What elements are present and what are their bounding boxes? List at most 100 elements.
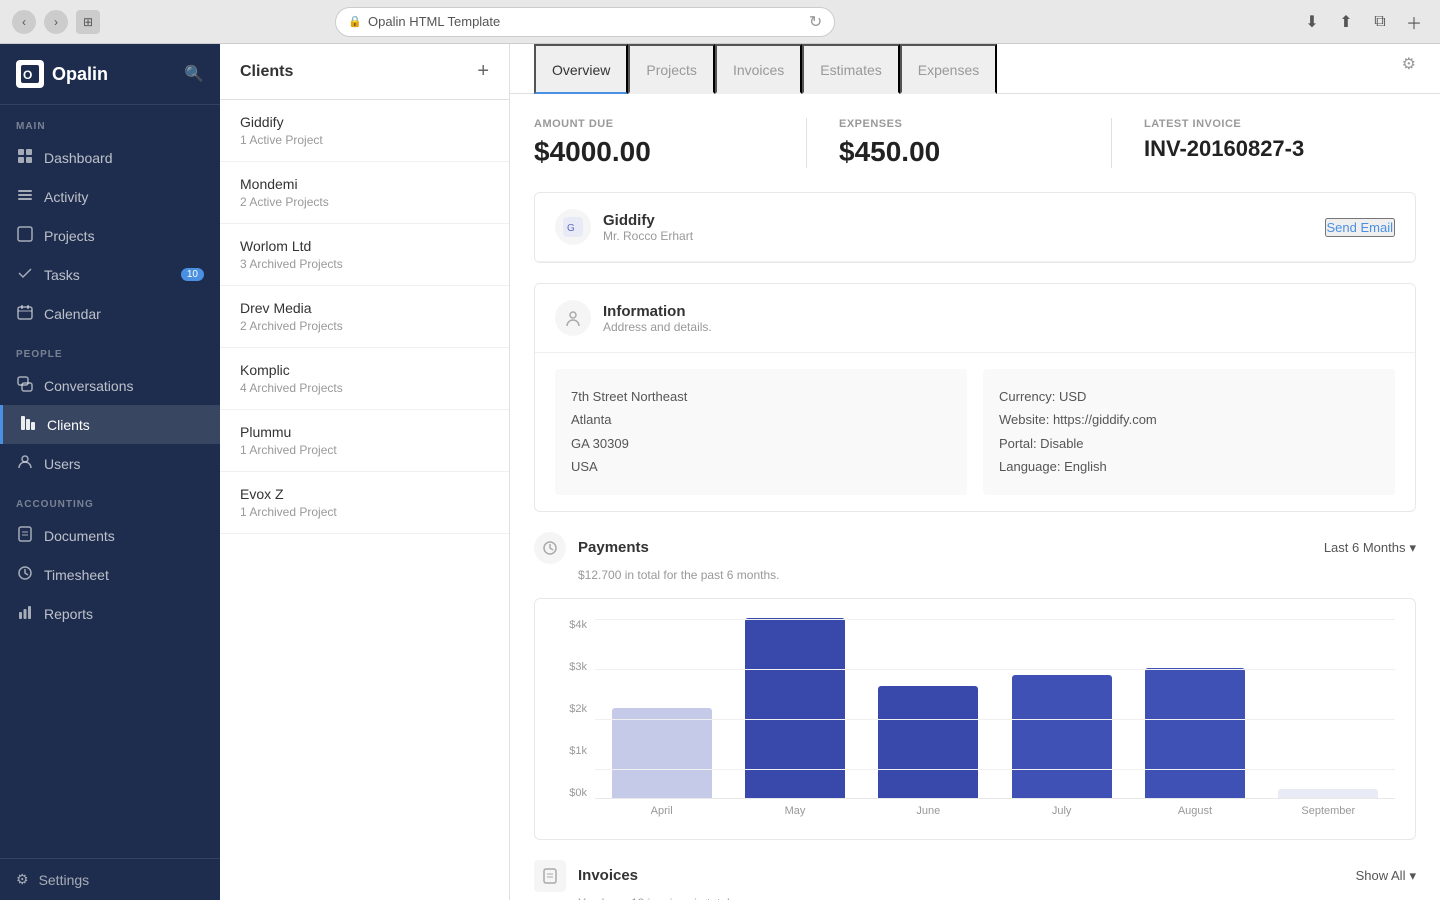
sidebar-item-dashboard-label: Dashboard: [44, 150, 113, 166]
client-item-name: Mondemi: [240, 176, 489, 192]
client-panel-header: Clients +: [220, 44, 509, 100]
sidebar-settings-label: Settings: [39, 872, 90, 888]
grid-line-1k: [595, 769, 1395, 770]
add-client-button[interactable]: +: [477, 60, 489, 83]
client-item-name: Worlom Ltd: [240, 238, 489, 254]
browser-forward-btn[interactable]: ›: [44, 10, 68, 34]
bar-june: [878, 686, 978, 798]
browser-tab-btn[interactable]: ⧉: [1366, 8, 1394, 36]
expenses-value: $450.00: [839, 136, 1079, 168]
bar-april: [612, 708, 712, 798]
client-item-meta: 1 Active Project: [240, 133, 489, 147]
main-content: OverviewProjectsInvoicesEstimatesExpense…: [510, 44, 1440, 900]
browser-address-bar[interactable]: 🔒 Opalin HTML Template ↻: [335, 7, 835, 37]
tab-expenses[interactable]: Expenses: [900, 44, 997, 94]
chart-area: $4k $3k $2k $1k $0k AprilMayJ: [555, 619, 1395, 819]
sidebar-item-documents[interactable]: Documents: [0, 516, 220, 555]
send-email-button[interactable]: Send Email: [1325, 218, 1395, 237]
sidebar-item-timesheet[interactable]: Timesheet: [0, 555, 220, 594]
show-all-label: Show All: [1356, 868, 1406, 883]
browser-sidebar-btn[interactable]: ⊞: [76, 10, 100, 34]
sidebar-item-reports[interactable]: Reports: [0, 594, 220, 633]
sidebar-item-calendar[interactable]: Calendar: [0, 294, 220, 333]
information-icon: [555, 300, 591, 336]
tab-invoices[interactable]: Invoices: [715, 44, 802, 94]
grid-line-3k: [595, 669, 1395, 670]
client-item-meta: 2 Active Projects: [240, 195, 489, 209]
grid-line-2k: [595, 719, 1395, 720]
client-list-item[interactable]: Plummu1 Archived Project: [220, 410, 509, 472]
payments-chart: $4k $3k $2k $1k $0k AprilMayJ: [534, 598, 1416, 840]
browser-share-btn[interactable]: ⬆: [1332, 8, 1360, 36]
sidebar-item-tasks[interactable]: Tasks 10: [0, 255, 220, 294]
information-subtitle: Address and details.: [603, 320, 712, 334]
app-container: O Opalin 🔍 MAIN Dashboard Activity: [0, 44, 1440, 900]
invoices-show-all-btn[interactable]: Show All ▾: [1356, 868, 1416, 884]
bar-september: [1278, 789, 1378, 798]
client-panel-title: Clients: [240, 63, 293, 81]
sidebar-section-people: PEOPLE Conversations Clients Users: [0, 333, 220, 483]
expenses-label: EXPENSES: [839, 118, 1079, 130]
tab-estimates[interactable]: Estimates: [802, 44, 899, 94]
chart-x-labels: AprilMayJuneJulyAugustSeptember: [595, 805, 1395, 817]
sidebar-item-documents-label: Documents: [44, 528, 115, 544]
payments-filter-btn[interactable]: Last 6 Months ▾: [1324, 540, 1416, 556]
browser-refresh-btn[interactable]: ↻: [809, 12, 822, 32]
client-list-item[interactable]: Giddify 1 Active Project: [220, 100, 509, 162]
chart-bars-row: [595, 619, 1395, 799]
x-label-june: June: [862, 805, 995, 817]
client-list-item[interactable]: Komplic4 Archived Projects: [220, 348, 509, 410]
sidebar-item-conversations[interactable]: Conversations: [0, 366, 220, 405]
client-info-card-header: G Giddify Mr. Rocco Erhart Send Email: [535, 193, 1415, 262]
chart-y-axis: $4k $3k $2k $1k $0k: [555, 619, 595, 819]
sidebar-logo-icon: O: [16, 60, 44, 88]
invoices-icon: [534, 860, 566, 892]
information-card-header: Information Address and details.: [535, 284, 1415, 353]
bar-may: [745, 618, 845, 798]
browser-back-btn[interactable]: ‹: [12, 10, 36, 34]
svg-text:G: G: [567, 223, 575, 234]
client-item-name: Giddify: [240, 114, 489, 130]
x-label-july: July: [995, 805, 1128, 817]
sidebar-section-accounting-label: ACCOUNTING: [0, 483, 220, 516]
client-panel: Clients + Giddify 1 Active Project Mondemi…: [220, 44, 510, 900]
client-list-item[interactable]: Drev Media2 Archived Projects: [220, 286, 509, 348]
sidebar-search-btn[interactable]: 🔍: [184, 64, 204, 84]
activity-icon: [16, 187, 34, 206]
latest-invoice-label: LATEST INVOICE: [1144, 118, 1384, 130]
amount-due-label: AMOUNT DUE: [534, 118, 774, 130]
sidebar-section-accounting: ACCOUNTING Documents Timesheet Reports: [0, 483, 220, 633]
browser-newtab-btn[interactable]: ＋: [1400, 8, 1428, 36]
information-title: Information: [603, 303, 712, 320]
client-contact: Mr. Rocco Erhart: [603, 229, 693, 243]
client-list-item[interactable]: Worlom Ltd3 Archived Projects: [220, 224, 509, 286]
tab-projects[interactable]: Projects: [628, 44, 715, 94]
payments-subtitle: $12.700 in total for the past 6 months.: [578, 568, 1416, 582]
content-area: AMOUNT DUE $4000.00 EXPENSES $450.00 LAT…: [510, 94, 1440, 900]
address-line1: 7th Street Northeast: [571, 385, 951, 408]
svg-text:O: O: [23, 68, 32, 82]
sidebar-item-tasks-label: Tasks: [44, 267, 80, 283]
browser-download-btn[interactable]: ⬇: [1298, 8, 1326, 36]
sidebar-settings-item[interactable]: ⚙ Settings: [16, 871, 204, 888]
client-list-item[interactable]: Evox Z1 Archived Project: [220, 472, 509, 534]
sidebar-item-users[interactable]: Users: [0, 444, 220, 483]
bar-group-july: [995, 675, 1128, 797]
bar-august: [1145, 668, 1245, 798]
client-list-item[interactable]: Mondemi 2 Active Projects: [220, 162, 509, 224]
sidebar-item-projects[interactable]: Projects: [0, 216, 220, 255]
y-label-4k: $4k: [555, 619, 587, 631]
payments-header: Payments Last 6 Months ▾: [534, 532, 1416, 564]
sidebar-section-people-label: PEOPLE: [0, 333, 220, 366]
invoices-header: Invoices Show All ▾: [534, 860, 1416, 892]
sidebar-item-clients[interactable]: Clients: [0, 405, 220, 444]
tab-settings-btn[interactable]: ⚙: [1402, 54, 1416, 74]
sidebar-item-calendar-label: Calendar: [44, 306, 101, 322]
sidebar-item-dashboard[interactable]: Dashboard: [0, 138, 220, 177]
sidebar-item-users-label: Users: [44, 456, 81, 472]
sidebar-item-activity[interactable]: Activity: [0, 177, 220, 216]
tab-overview[interactable]: Overview: [534, 44, 628, 94]
y-label-0k: $0k: [555, 787, 587, 799]
client-item-meta: 4 Archived Projects: [240, 381, 489, 395]
reports-icon: [16, 604, 34, 623]
